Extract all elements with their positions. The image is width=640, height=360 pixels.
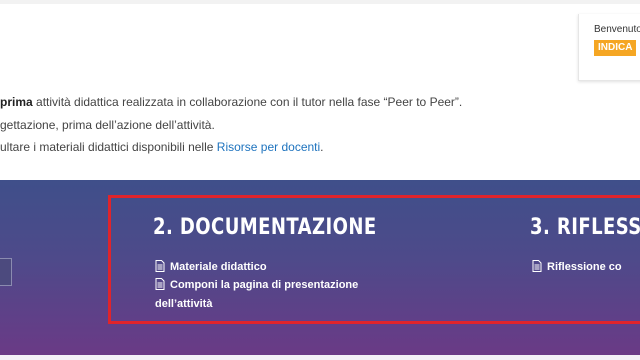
intro-line-1-rest: attività didattica realizzata in collabo… bbox=[32, 95, 463, 109]
intro-line-1: prima attività didattica realizzata in c… bbox=[0, 95, 462, 109]
bottom-strip bbox=[0, 355, 640, 360]
intro-line-3: ultare i materiali didattici disponibili… bbox=[0, 140, 324, 154]
welcome-text: Benvenuto bbox=[594, 24, 640, 35]
intro-line-1-bold: prima bbox=[0, 95, 33, 109]
step-1-button-edge[interactable] bbox=[0, 258, 12, 286]
intro-line-3-end: . bbox=[320, 140, 324, 154]
highlight-frame bbox=[108, 195, 640, 324]
risorse-per-docenti-link[interactable]: Risorse per docenti bbox=[217, 140, 320, 154]
indica-button[interactable]: INDICA bbox=[594, 40, 637, 56]
top-bar bbox=[0, 0, 640, 4]
intro-line-3-text: ultare i materiali didattici disponibili… bbox=[0, 140, 217, 154]
intro-line-2: gettazione, prima dell’azione dell’attiv… bbox=[0, 118, 215, 132]
